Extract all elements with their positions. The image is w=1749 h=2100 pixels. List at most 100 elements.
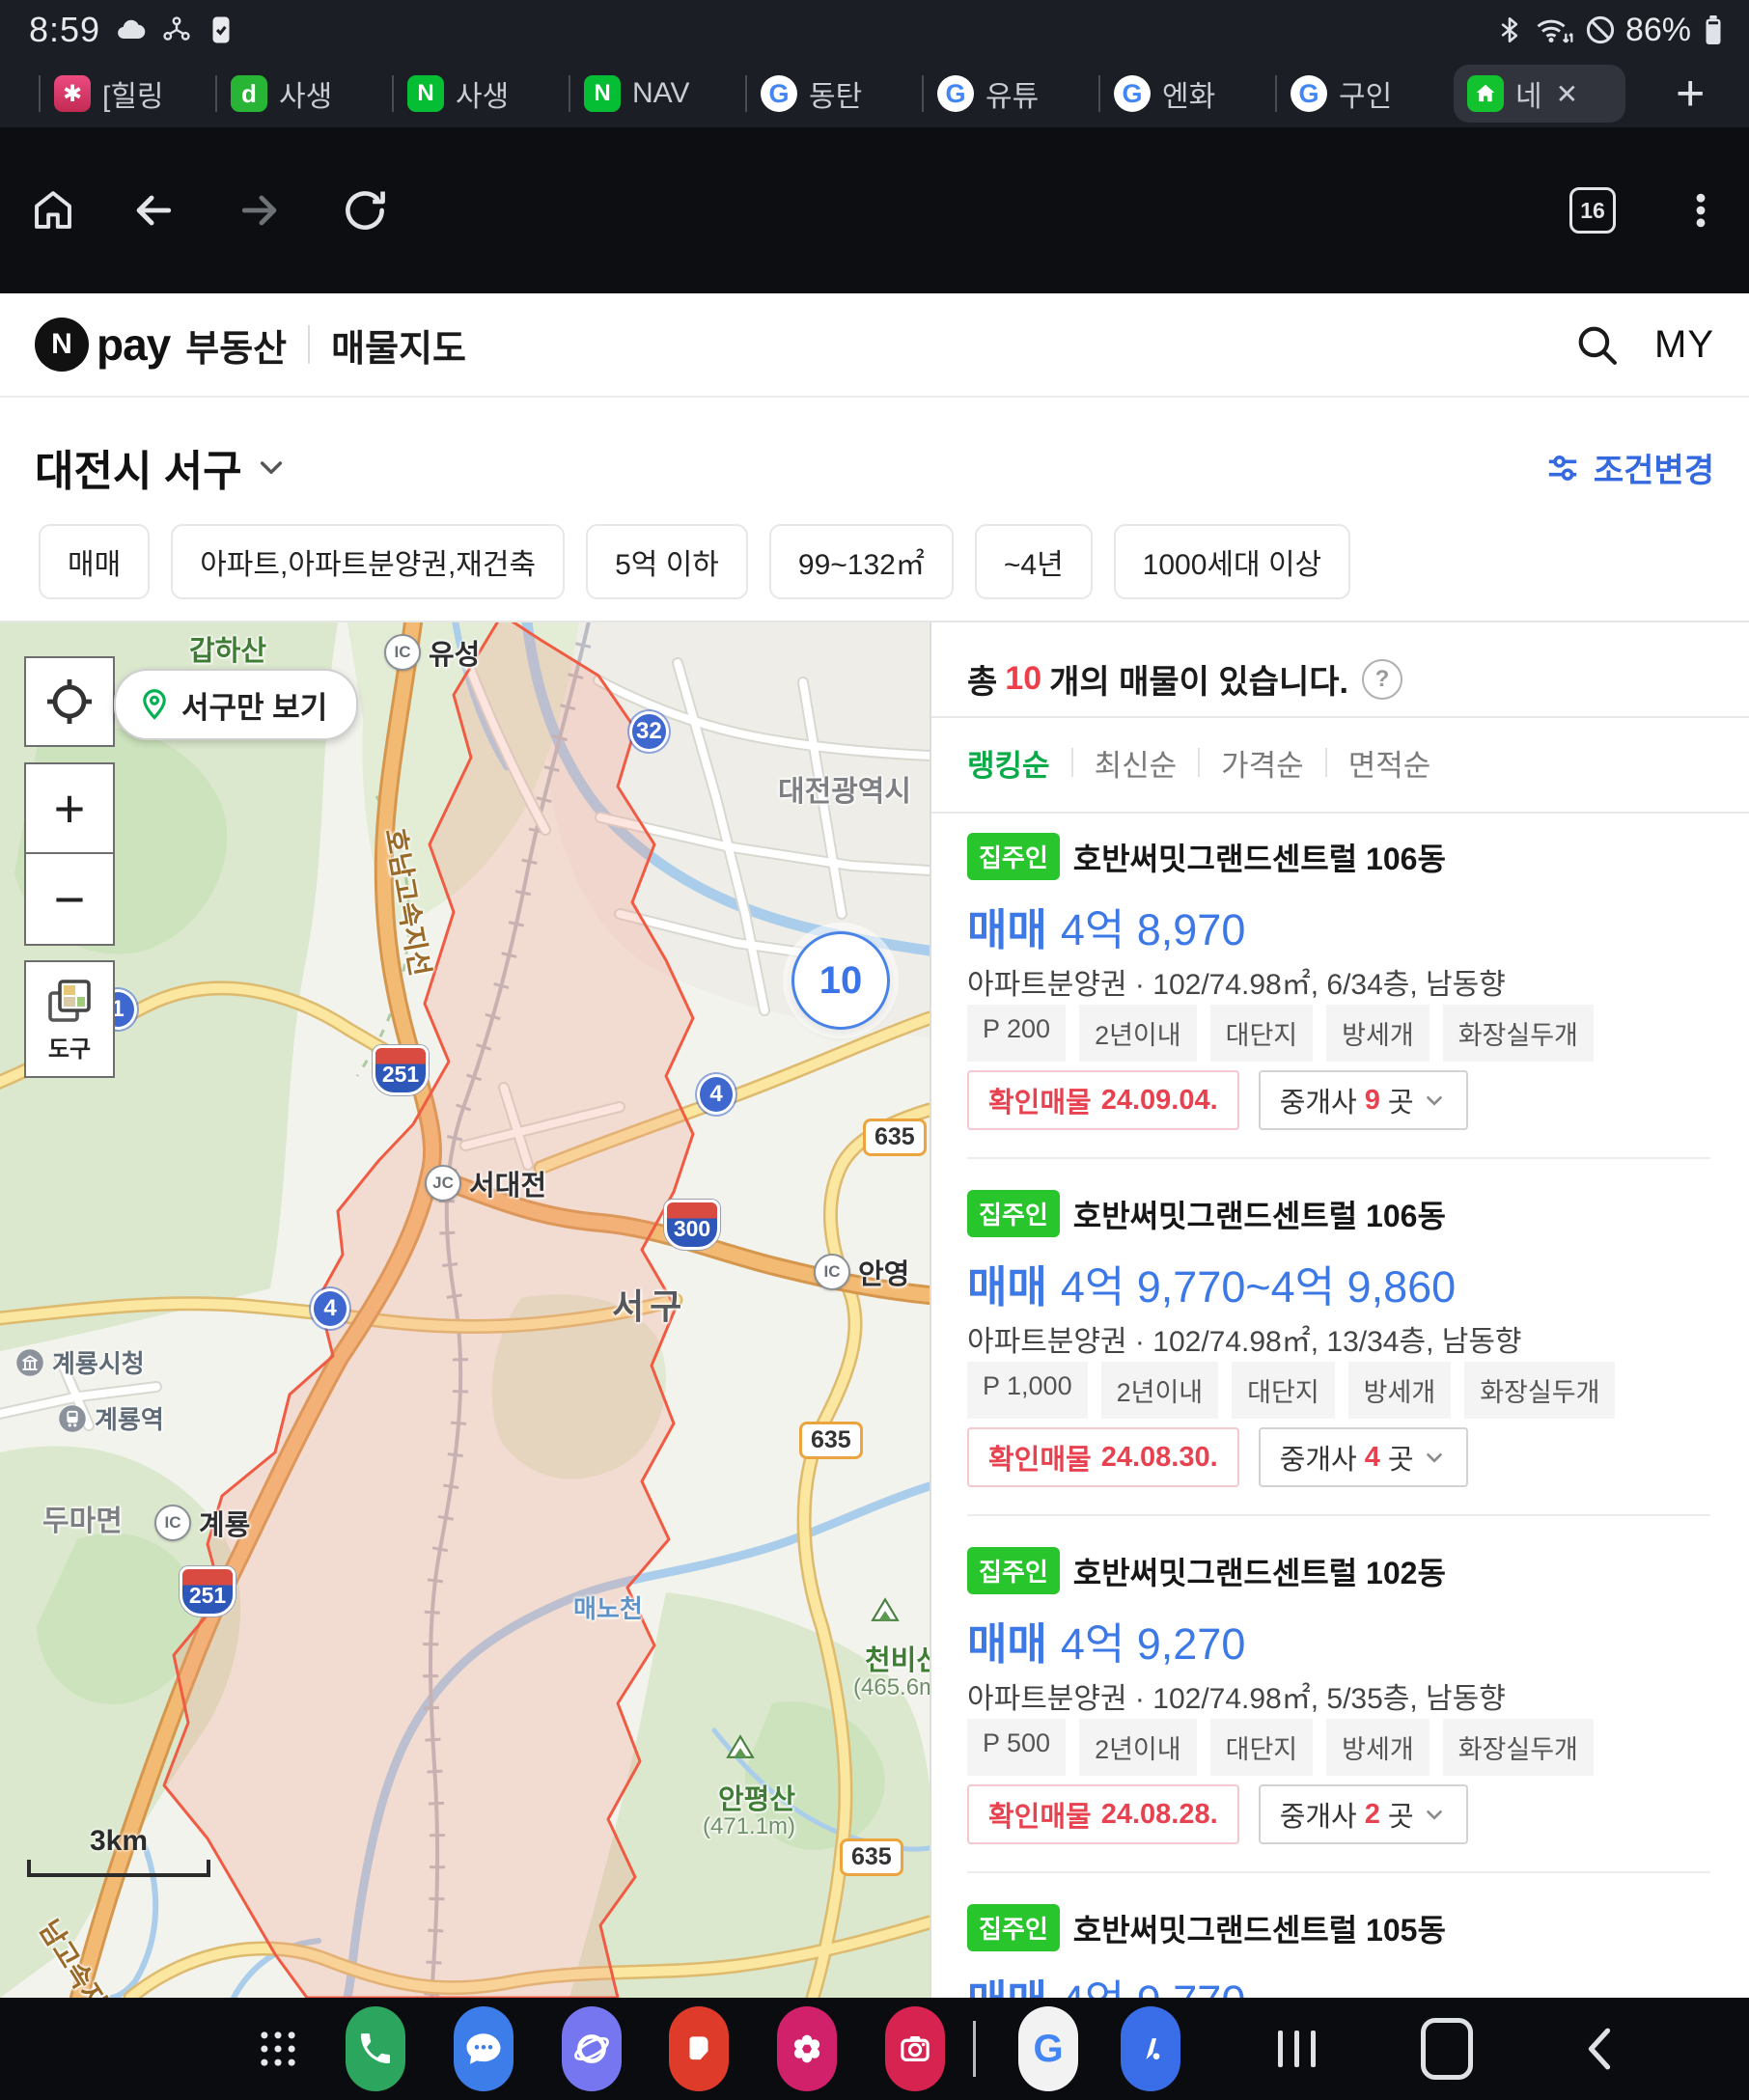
listing-title[interactable]: 호반써밋그랜드센트럴 105동 bbox=[1073, 1906, 1446, 1950]
home-icon[interactable] bbox=[29, 186, 77, 235]
listing-tag: 방세개 bbox=[1326, 1005, 1430, 1062]
flower-app-app-icon[interactable] bbox=[777, 2006, 837, 2091]
red-app-app-icon[interactable] bbox=[669, 2006, 729, 2091]
scale-line bbox=[27, 1860, 210, 1877]
listing-title[interactable]: 호반써밋그랜드센트럴 102동 bbox=[1073, 1549, 1446, 1593]
tab-title: 유튜 bbox=[986, 72, 1039, 115]
listing-title[interactable]: 호반써밋그랜드센트럴 106동 bbox=[1073, 1192, 1446, 1236]
messages-app-icon[interactable] bbox=[454, 2006, 514, 2091]
listing-card[interactable]: 집주인호반써밋그랜드센트럴 105동매매4억 9,770 bbox=[967, 1904, 1710, 1998]
sort-option[interactable]: 가격순 bbox=[1221, 741, 1304, 785]
trade-type: 매매 bbox=[967, 1976, 1047, 1998]
map-label-place: IC계룡 bbox=[154, 1503, 250, 1543]
browser-tab[interactable]: G 동탄 bbox=[747, 60, 922, 127]
browser-tab-strip: ✱[힐링d사생N사생NNAV G 동탄 G유튜G엔화G구인네✕ + bbox=[0, 60, 1749, 127]
road-badge-32: 32 bbox=[629, 711, 669, 752]
filter-chip[interactable]: 아파트,아파트분양권,재건축 bbox=[171, 524, 565, 599]
current-location-button[interactable] bbox=[24, 656, 115, 747]
agents-dropdown[interactable]: 중개사2곳 bbox=[1259, 1784, 1468, 1844]
map-label-mountain: 갑하산 bbox=[189, 628, 266, 669]
filter-chip[interactable]: 1000세대 이상 bbox=[1114, 524, 1350, 599]
home-button[interactable] bbox=[1421, 1998, 1473, 2100]
browser-tab-active[interactable]: 네✕ bbox=[1454, 65, 1625, 123]
listing-title[interactable]: 호반써밋그랜드센트럴 106동 bbox=[1073, 835, 1446, 879]
device-hub-icon bbox=[160, 14, 193, 46]
listing-tag: 2년이내 bbox=[1079, 1005, 1197, 1062]
google-app-icon[interactable]: G bbox=[1018, 2006, 1078, 2091]
chevron-down-icon bbox=[1422, 1088, 1447, 1113]
samsung-internet-app-icon[interactable] bbox=[562, 2006, 622, 2091]
tab-title: 동탄 bbox=[809, 72, 862, 115]
browser-tab[interactable]: G유튜 bbox=[924, 60, 1098, 127]
camera-app-app-icon[interactable] bbox=[885, 2006, 945, 2091]
recent-apps-button[interactable] bbox=[1272, 1998, 1321, 2100]
naver-blue-app-icon[interactable] bbox=[1121, 2006, 1180, 2091]
listing-card[interactable]: 집주인호반써밋그랜드센트럴 102동매매4억 9,270아파트분양권 · 102… bbox=[967, 1547, 1710, 1904]
summary-suffix: 개의 매물이 있습니다. bbox=[1049, 655, 1348, 703]
listing-tags: P 2002년이내대단지방세개화장실두개 bbox=[967, 1005, 1594, 1062]
road-badge-300: 300 bbox=[664, 1200, 720, 1250]
forward-icon[interactable] bbox=[236, 185, 286, 235]
section-label[interactable]: 부동산 bbox=[185, 318, 287, 372]
sort-option[interactable]: 최신순 bbox=[1095, 741, 1178, 785]
google-favicon-icon: G bbox=[761, 75, 797, 112]
new-tab-button[interactable]: + bbox=[1676, 69, 1705, 119]
filter-chip[interactable]: 99~132㎡ bbox=[769, 524, 954, 599]
pin-icon bbox=[137, 687, 172, 722]
browser-tab[interactable]: N사생 bbox=[394, 60, 569, 127]
listing-card[interactable]: 집주인호반써밋그랜드센트럴 106동매매4억 8,970아파트분양권 · 102… bbox=[967, 833, 1710, 1190]
pay-logo[interactable]: pay bbox=[97, 318, 170, 371]
map-label-water: 매노천 bbox=[573, 1589, 643, 1625]
zoom-out-button[interactable]: − bbox=[26, 854, 113, 944]
agents-dropdown[interactable]: 중개사4곳 bbox=[1259, 1427, 1468, 1487]
close-tab-icon[interactable]: ✕ bbox=[1556, 78, 1578, 110]
listing-tag: 대단지 bbox=[1210, 1719, 1314, 1776]
agents-count: 2 bbox=[1365, 1799, 1380, 1831]
browser-tab[interactable]: ✱[힐링 bbox=[41, 60, 215, 127]
naver-logo-icon[interactable]: N bbox=[35, 318, 89, 372]
view-district-only-button[interactable]: 서구만 보기 bbox=[114, 669, 358, 740]
menu-kebab-icon[interactable] bbox=[1680, 189, 1722, 232]
listing-tag: P 500 bbox=[967, 1719, 1066, 1776]
confirmed-label: 확인매물 bbox=[988, 1794, 1092, 1835]
my-button[interactable]: MY bbox=[1654, 323, 1714, 367]
back-button[interactable] bbox=[1579, 1998, 1620, 2100]
zoom-in-button[interactable]: + bbox=[26, 764, 113, 854]
tab-title: 엔화 bbox=[1162, 72, 1215, 115]
filter-chip[interactable]: 5억 이하 bbox=[586, 524, 748, 599]
summary-prefix: 총 bbox=[967, 655, 997, 703]
help-icon[interactable]: ? bbox=[1362, 659, 1402, 700]
map-tools-button[interactable]: 도구 bbox=[24, 960, 115, 1078]
confirmed-listing-badge: 확인매물24.08.28. bbox=[967, 1784, 1239, 1844]
checkbox-icon bbox=[205, 14, 237, 46]
region-selector[interactable]: 대전시 서구 bbox=[35, 436, 287, 498]
listing-cluster-marker[interactable]: 10 bbox=[791, 931, 890, 1030]
page-title: 매물지도 bbox=[331, 318, 466, 372]
google-g-glyph: G bbox=[1033, 2028, 1063, 2071]
map-label-city: 대전광역시 bbox=[778, 767, 911, 810]
listing-head: 집주인호반써밋그랜드센트럴 106동 bbox=[967, 833, 1446, 880]
listing-card[interactable]: 집주인호반써밋그랜드센트럴 106동매매4억 9,770~4억 9,860아파트… bbox=[967, 1190, 1710, 1547]
tab-counter-button[interactable]: 16 bbox=[1569, 187, 1616, 234]
reload-icon[interactable] bbox=[340, 185, 390, 235]
dock: G bbox=[0, 1998, 1749, 2100]
trade-type: 매매 bbox=[967, 1262, 1047, 1312]
change-conditions-button[interactable]: 조건변경 bbox=[1543, 444, 1714, 491]
sort-option[interactable]: 면적순 bbox=[1348, 741, 1431, 785]
back-icon[interactable] bbox=[127, 185, 178, 235]
browser-tab[interactable]: G엔화 bbox=[1100, 60, 1275, 127]
header-divider bbox=[308, 325, 310, 364]
phone-app-icon[interactable] bbox=[346, 2006, 405, 2091]
browser-tab[interactable]: d사생 bbox=[217, 60, 392, 127]
browser-tab[interactable]: G구인 bbox=[1277, 60, 1452, 127]
app-drawer-app-icon[interactable] bbox=[248, 2006, 308, 2091]
search-icon[interactable] bbox=[1573, 321, 1620, 368]
filter-chip[interactable]: 매매 bbox=[39, 524, 150, 599]
sort-option[interactable]: 랭킹순 bbox=[967, 741, 1050, 785]
agents-dropdown[interactable]: 중개사9곳 bbox=[1259, 1070, 1468, 1130]
browser-tab[interactable]: NNAV bbox=[570, 60, 745, 127]
map[interactable]: 갑하산(468.7m)IC유성대전광역시호남고속지선JC서대전IC안영서구계룡시… bbox=[0, 622, 930, 1998]
filter-chip[interactable]: ~4년 bbox=[975, 524, 1093, 599]
region-name[interactable]: 대전시 서구 bbox=[35, 436, 242, 498]
listing-footer: 확인매물24.09.04.중개사9곳 bbox=[967, 1070, 1468, 1130]
